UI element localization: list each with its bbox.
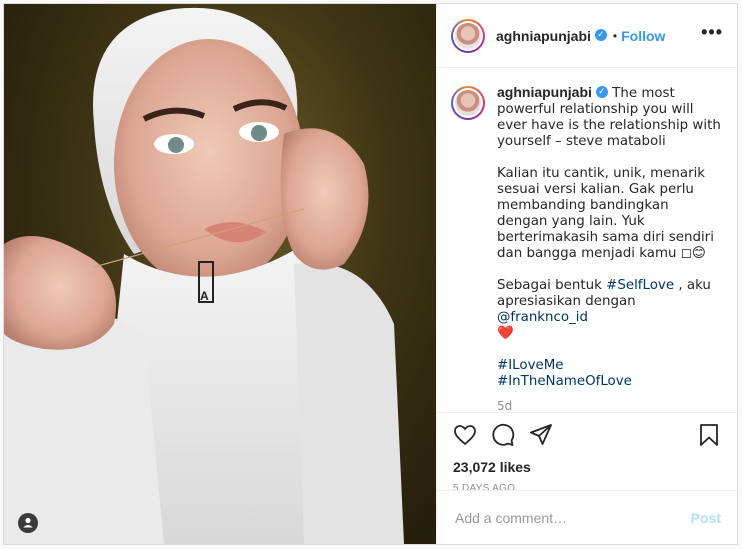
hashtag-link[interactable]: #ILoveMe	[497, 358, 564, 373]
caption-avatar[interactable]	[451, 86, 485, 120]
avatar[interactable]	[451, 18, 485, 53]
comments-area: aghniapunjabi ✓ The most powerful relatio…	[437, 68, 737, 412]
portrait-illustration: A	[4, 7, 404, 544]
heart-emoji: ❤️	[497, 326, 514, 341]
header-username[interactable]: aghniapunjabi	[496, 28, 591, 44]
caption: aghniapunjabi ✓ The most powerful relatio…	[451, 84, 723, 412]
post-sidebar: aghniapunjabi ✓ • Follow ••• aghniapunja…	[436, 4, 737, 544]
follow-button[interactable]: Follow	[621, 28, 665, 44]
user-tag-icon[interactable]	[18, 513, 38, 533]
comment-input[interactable]	[453, 508, 691, 527]
svg-text:A: A	[200, 289, 209, 303]
caption-paragraph: Kalian itu cantik, unik, menarik sesuai …	[497, 166, 714, 261]
more-options-button[interactable]: •••	[701, 22, 723, 49]
separator-dot: •	[612, 28, 618, 43]
action-bar	[453, 413, 721, 457]
heart-icon[interactable]	[453, 423, 477, 447]
post-card: A aghniapunjabi ✓ • Follow ••• aghniapun…	[3, 3, 738, 545]
add-comment-bar: Post	[437, 490, 737, 544]
caption-text-segment: Sebagai bentuk	[497, 278, 607, 293]
mention-link[interactable]: @franknco_id	[497, 310, 588, 325]
hashtag-link[interactable]: #InTheNameOfLove	[497, 374, 632, 389]
post-photo[interactable]: A	[4, 4, 436, 544]
caption-text: aghniapunjabi ✓ The most powerful relatio…	[497, 84, 723, 412]
share-icon[interactable]	[529, 423, 553, 447]
post-comment-button[interactable]: Post	[691, 510, 721, 526]
likes-count[interactable]: 23,072 likes	[453, 459, 721, 475]
verified-badge-icon: ✓	[595, 86, 608, 98]
caption-username[interactable]: aghniapunjabi	[497, 84, 592, 100]
caption-age: 5d	[497, 399, 513, 412]
hashtag-link[interactable]: #SelfLove	[606, 278, 674, 293]
bookmark-icon[interactable]	[697, 423, 721, 447]
verified-badge-icon: ✓	[594, 28, 607, 41]
post-header: aghniapunjabi ✓ • Follow •••	[437, 4, 737, 68]
comment-icon[interactable]	[491, 423, 515, 447]
